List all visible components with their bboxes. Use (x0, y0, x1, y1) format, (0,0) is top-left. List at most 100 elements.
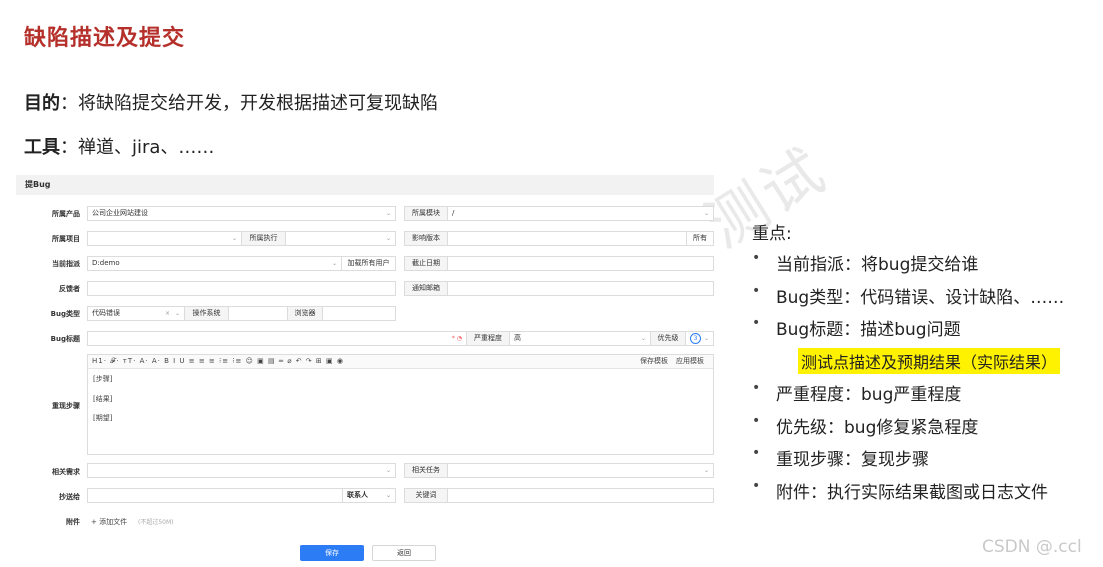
list-item-text: Bug类型：代码错误、设计缺陷、…… (776, 287, 1065, 308)
version-all[interactable]: 所有 (686, 231, 714, 246)
slide-title: 缺陷描述及提交 (24, 26, 186, 51)
exec-label: 所属执行 (241, 231, 286, 246)
bug-title-input[interactable]: * ◔ (87, 331, 467, 346)
save-button[interactable]: 保存 (300, 545, 364, 561)
chevron-down-icon: ⌄ (703, 335, 709, 342)
list-item-text: 附件：执行实际结果截图或日志文件 (776, 482, 1048, 503)
back-button[interactable]: 返回 (372, 545, 436, 561)
apply-template-button[interactable]: 应用模板 (676, 355, 704, 368)
attachment-label: 附件 (66, 518, 80, 526)
keyword-input[interactable] (447, 488, 714, 503)
purpose-line: 目的：将缺陷提交给开发，开发根据描述可复现缺陷 (24, 89, 438, 115)
load-all-users-button[interactable]: 加载所有用户 (341, 256, 396, 271)
editor-toolbar-buttons[interactable]: H1· 𝓕· тT· A· A· B I U ≡ ≡ ≡ ⁝≡ ⁝≡ ☺ ▣ ▤… (92, 355, 344, 368)
bullet-icon: • (752, 315, 761, 331)
focus-title: 重点: (752, 224, 792, 244)
cc-input[interactable] (87, 488, 343, 503)
tools-label: 工具 (24, 137, 60, 158)
chevron-down-icon: ⌄ (331, 260, 337, 267)
related-task-label: 相关任务 (404, 463, 448, 478)
product-select[interactable]: 公司企业网站建设 ⌄ (87, 206, 396, 221)
repro-label: 重现步骤 (52, 402, 80, 410)
module-value: / (452, 209, 455, 217)
bullet-icon: • (752, 445, 761, 461)
cc-label: 抄送给 (59, 493, 80, 501)
chevron-down-icon: ⌄ (703, 210, 709, 217)
list-item-text: 优先级：bug修复紧急程度 (776, 417, 979, 438)
chevron-down-icon: ⌄ (385, 235, 391, 242)
list-item: • 严重程度：bug严重程度 (752, 380, 1102, 413)
list-item: • Bug类型：代码错误、设计缺陷、…… (752, 283, 1102, 316)
editor-toolbar: H1· 𝓕· тT· A· A· B I U ≡ ≡ ≡ ⁝≡ ⁝≡ ☺ ▣ ▤… (88, 355, 713, 369)
list-item-text: 严重程度：bug严重程度 (776, 385, 962, 405)
purpose-text: ：将缺陷提交给开发，开发根据描述可复现缺陷 (60, 93, 438, 114)
save-template-button[interactable]: 保存模板 (640, 355, 668, 368)
chevron-down-icon: ⌄ (231, 235, 237, 242)
list-item: • 当前指派：将bug提交给谁 (752, 250, 1102, 283)
repro-editor[interactable]: H1· 𝓕· тT· A· A· B I U ≡ ≡ ≡ ⁝≡ ⁝≡ ☺ ▣ ▤… (87, 354, 714, 455)
priority-select[interactable]: 3 ⌄ (685, 331, 714, 346)
bullet-icon: • (752, 412, 761, 429)
required-star-icon: * ◔ (451, 335, 462, 342)
form-header: 提Bug (16, 175, 714, 195)
version-select[interactable] (447, 231, 687, 246)
assignee-value: D:demo (92, 259, 120, 267)
os-select[interactable] (228, 306, 288, 321)
priority-label: 优先级 (650, 331, 686, 346)
bullet-icon: • (752, 477, 761, 494)
product-value: 公司企业网站建设 (92, 209, 148, 217)
chevron-down-icon: ⌄ (385, 492, 391, 499)
chevron-down-icon: ⌄ (703, 467, 709, 474)
bug-title-label: Bug标题 (50, 335, 80, 343)
project-label: 所属项目 (52, 235, 80, 243)
focus-list: • 当前指派：将bug提交给谁 • Bug类型：代码错误、设计缺陷、…… • Bug标… (752, 250, 1102, 510)
chevron-down-icon: ⌄ (174, 310, 180, 317)
list-item-text: 重现步骤：复现步骤 (776, 450, 929, 470)
steps-text: [步骤] (93, 375, 113, 383)
priority-value: 3 (690, 333, 701, 344)
project-select[interactable]: ⌄ (87, 231, 242, 246)
module-select[interactable]: / ⌄ (447, 206, 714, 221)
severity-label: 严重程度 (466, 331, 510, 346)
highlight-note: 测试点描述及预期结果（实际结果） (798, 348, 1061, 374)
notify-input[interactable] (447, 281, 714, 296)
expected-text: [期望] (93, 414, 113, 422)
bullet-icon: • (752, 282, 761, 299)
purpose-label: 目的 (24, 93, 60, 114)
tools-line: 工具：禅道、jira、…… (24, 133, 214, 159)
related-task-select[interactable]: ⌄ (447, 463, 714, 478)
close-icon[interactable]: × (165, 307, 170, 320)
bug-type-label: Bug类型 (50, 310, 80, 318)
deadline-input[interactable] (447, 256, 714, 271)
list-item: • 附件：执行实际结果截图或日志文件 (752, 478, 1102, 511)
add-file-button[interactable]: + 添加文件 (91, 517, 127, 527)
browser-select[interactable] (322, 306, 396, 321)
bug-type-select[interactable]: 代码错误 × ⌄ (87, 306, 185, 321)
exec-select[interactable]: ⌄ (285, 231, 396, 246)
file-limit-text: (不超过50M) (138, 519, 174, 526)
chevron-down-icon: ⌄ (385, 210, 391, 217)
severity-value: 高 (514, 334, 521, 342)
chevron-down-icon: ⌄ (385, 467, 391, 474)
tools-text: ：禅道、jira、…… (60, 137, 215, 158)
related-req-select[interactable]: ⌄ (87, 463, 396, 478)
list-item: • 重现步骤：复现步骤 (752, 445, 1102, 478)
list-item: • 优先级：bug修复紧急程度 (752, 413, 1102, 446)
bug-form: 提Bug 所属产品 公司企业网站建设 ⌄ 所属模块 / ⌄ 所属项目 ⌄ 所属执… (16, 175, 714, 567)
feedback-label: 反馈者 (59, 285, 80, 293)
os-label: 操作系统 (184, 306, 229, 321)
notify-label: 通知邮箱 (404, 281, 448, 296)
bug-type-value: 代码错误 (92, 309, 120, 317)
assignee-select[interactable]: D:demo ⌄ (87, 256, 342, 271)
assignee-label: 当前指派 (52, 260, 80, 268)
severity-select[interactable]: 高 ⌄ (509, 331, 651, 346)
related-req-label: 相关需求 (52, 468, 80, 476)
version-label: 影响版本 (404, 231, 448, 246)
contact-select[interactable]: 联系人 ⌄ (342, 488, 396, 503)
list-item-text: 当前指派：将bug提交给谁 (776, 255, 979, 275)
product-label: 所属产品 (52, 210, 80, 218)
feedback-input[interactable] (87, 281, 396, 296)
list-item: • Bug标题：描述bug问题 (752, 315, 1102, 348)
chevron-down-icon: ⌄ (640, 335, 646, 342)
bullet-icon: • (752, 250, 761, 266)
